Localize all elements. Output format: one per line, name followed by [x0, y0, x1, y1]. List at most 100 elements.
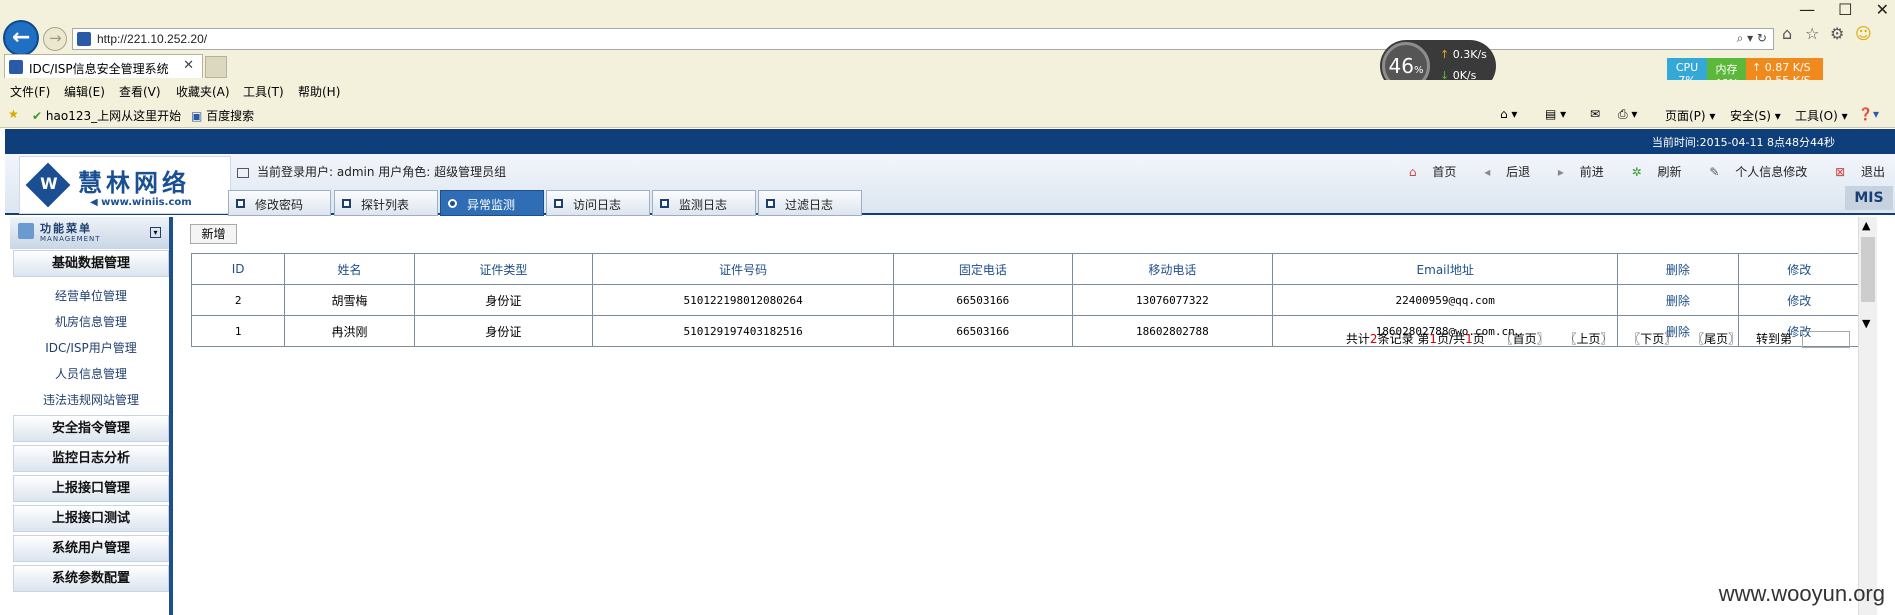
sidebar-title: 功能菜单 [40, 222, 92, 235]
home-icon[interactable]: ⌂ [1782, 24, 1792, 43]
monitor-icon [237, 167, 249, 178]
col-mobile: 移动电话 [1071, 253, 1274, 285]
new-tab-button[interactable] [205, 56, 227, 78]
browser-tab-active[interactable]: IDC/ISP信息安全管理系统 ✕ [4, 54, 203, 78]
mis-badge: MIS [1845, 186, 1893, 210]
cmd-home-icon[interactable]: ⌂ ▾ [1500, 107, 1517, 121]
smiley-icon[interactable]: ☺ [1855, 24, 1872, 43]
next-page-link[interactable]: 〖下页〗 [1628, 332, 1676, 346]
sidebar-item-personnel[interactable]: 人员信息管理 [13, 361, 169, 387]
sidebar-item-machine-room[interactable]: 机房信息管理 [13, 309, 169, 335]
table-header-row: ID 姓名 证件类型 证件号码 固定电话 移动电话 Email地址 删除 修改 [190, 253, 1862, 285]
first-page-link[interactable]: 〖首页〗 [1501, 332, 1549, 346]
tab-anomaly-monitor[interactable]: 异常监测 [440, 190, 544, 216]
menu-help[interactable]: 帮助(H) [298, 83, 340, 100]
table-row: 2 胡雪梅 身份证 510122198012080264 66503166 13… [190, 284, 1862, 316]
sidebar-item-idc-users[interactable]: IDC/ISP用户管理 [13, 335, 169, 361]
address-tools[interactable]: ⌕ ▾ ↻ [1737, 31, 1767, 46]
app-page: 当前时间:2015-04-11 8点48分44秒 W 慧林网络 ◀ www.wi… [5, 129, 1895, 615]
forward-button[interactable]: → [43, 27, 67, 51]
col-id-type: 证件类型 [413, 253, 594, 285]
collapse-icon[interactable]: ▾ [150, 227, 161, 238]
logout-link[interactable]: ⊠ 退出 [1823, 165, 1885, 179]
cmd-help-icon[interactable]: ❓▾ [1858, 107, 1879, 121]
window-controls[interactable]: — ☐ ✕ [1799, 0, 1889, 19]
refresh-link[interactable]: ✲ 刷新 [1620, 165, 1682, 179]
sidebar-item-operators[interactable]: 经营单位管理 [13, 283, 169, 309]
scroll-thumb[interactable] [1861, 237, 1875, 302]
user-info: 当前登录用户: admin 用户角色: 超级管理员组 [237, 163, 506, 180]
logo-name: 慧林网络 [78, 168, 190, 197]
tab-probe-list[interactable]: 探针列表 [334, 190, 438, 216]
maximize-icon[interactable]: ☐ [1838, 0, 1852, 19]
cmd-safety[interactable]: 安全(S) ▾ [1730, 107, 1781, 124]
top-status-bar: 当前时间:2015-04-11 8点48分44秒 [5, 129, 1895, 154]
profile-edit-link[interactable]: ✎ 个人信息修改 [1697, 165, 1807, 179]
menu-bar: 文件(F) 编辑(E) 查看(V) 收藏夹(A) 工具(T) 帮助(H) [0, 80, 1895, 102]
col-edit: 修改 [1737, 253, 1862, 285]
cell-id: 1 [190, 315, 286, 347]
cmd-mail-icon[interactable]: ✉ [1590, 107, 1600, 121]
browser-titlebar: ← → http://221.10.252.20/ ⌕ ▾ ↻ ⌂ ☆ ⚙ ☺ … [0, 0, 1895, 80]
close-window-icon[interactable]: ✕ [1876, 0, 1889, 19]
scroll-down-icon[interactable]: ▼ [1862, 317, 1870, 330]
tab-title: IDC/ISP信息安全管理系统 [29, 62, 169, 76]
sidebar-section-system-params[interactable]: 系统参数配置 [13, 565, 169, 592]
favorites-icon[interactable]: ★ [8, 107, 19, 121]
sidebar-section-security[interactable]: 安全指令管理 [13, 415, 169, 442]
sidebar-section-report-api[interactable]: 上报接口管理 [13, 475, 169, 502]
vertical-scrollbar[interactable]: ▲ ▼ [1858, 217, 1877, 615]
delete-link[interactable]: 删除 [1666, 294, 1690, 308]
tab-close-icon[interactable]: ✕ [183, 58, 194, 73]
sidebar-section-log-analysis[interactable]: 监控日志分析 [13, 445, 169, 472]
goto-page-input[interactable] [1801, 331, 1850, 348]
tab-monitor-log[interactable]: 监测日志 [652, 190, 756, 216]
sidebar: 功能菜单 MANAGEMENT ▾ 基础数据管理 经营单位管理 机房信息管理 I… [10, 217, 173, 615]
sidebar-item-illegal-sites[interactable]: 违法违规网站管理 [13, 387, 169, 413]
cmd-feeds-icon[interactable]: ▤ ▾ [1545, 107, 1566, 121]
cell-email: 22400959@qq.com [1272, 284, 1619, 316]
col-id: ID [190, 253, 286, 285]
menu-tools[interactable]: 工具(T) [243, 83, 284, 100]
cell-name: 胡雪梅 [284, 284, 415, 316]
last-page-link[interactable]: 〖尾页〗 [1692, 332, 1740, 346]
cell-mobile: 13076077322 [1071, 284, 1274, 316]
cmd-page[interactable]: 页面(P) ▾ [1665, 107, 1715, 124]
forward-link[interactable]: ▸ 前进 [1546, 165, 1604, 179]
settings-gear-icon[interactable]: ⚙ [1830, 24, 1844, 43]
cmd-print-icon[interactable]: ⎙ ▾ [1618, 107, 1637, 122]
logo-url: ◀ www.winiis.com [90, 197, 192, 208]
back-arrow-icon: ← [12, 25, 31, 50]
back-button[interactable]: ← [3, 20, 39, 56]
tab-change-password[interactable]: 修改密码 [228, 190, 331, 216]
address-bar[interactable]: http://221.10.252.20/ ⌕ ▾ ↻ [72, 28, 1774, 50]
col-name: 姓名 [284, 253, 415, 285]
col-phone: 固定电话 [893, 253, 1073, 285]
sidebar-header: 功能菜单 MANAGEMENT ▾ [10, 217, 169, 249]
fav-hao123[interactable]: ✔ hao123_上网从这里开始 [32, 107, 181, 124]
sidebar-section-report-test[interactable]: 上报接口测试 [13, 505, 169, 532]
scroll-up-icon[interactable]: ▲ [1862, 219, 1870, 232]
edit-link[interactable]: 修改 [1787, 294, 1811, 308]
minimize-icon[interactable]: — [1799, 0, 1815, 19]
sidebar-section-basic-data[interactable]: 基础数据管理 [13, 250, 169, 277]
cell-phone: 66503166 [893, 315, 1073, 347]
cell-name: 冉洪刚 [284, 315, 415, 347]
tab-filter-log[interactable]: 过滤日志 [758, 190, 862, 216]
cmd-tools[interactable]: 工具(O) ▾ [1795, 107, 1848, 124]
back-link[interactable]: ◂ 后退 [1472, 165, 1530, 179]
home-link[interactable]: ⌂ 首页 [1397, 165, 1456, 179]
favorites-star-icon[interactable]: ☆ [1805, 24, 1819, 43]
fav-baidu[interactable]: ▣ 百度搜索 [191, 107, 254, 124]
sidebar-section-system-users[interactable]: 系统用户管理 [13, 535, 169, 562]
add-button[interactable]: 新增 [190, 224, 237, 244]
menu-edit[interactable]: 编辑(E) [64, 83, 105, 100]
tab-access-log[interactable]: 访问日志 [546, 190, 650, 216]
current-page: 1 [1429, 332, 1438, 346]
menu-file[interactable]: 文件(F) [10, 83, 50, 100]
prev-page-link[interactable]: 〖上页〗 [1564, 332, 1612, 346]
menu-favorites[interactable]: 收藏夹(A) [176, 83, 230, 100]
forward-arrow-icon: → [49, 29, 62, 47]
menu-view[interactable]: 查看(V) [119, 83, 161, 100]
pagination: 共计2条记录 第1页/共1页 〖首页〗 〖上页〗 〖下页〗 〖尾页〗 转到第页 [1346, 330, 1872, 348]
